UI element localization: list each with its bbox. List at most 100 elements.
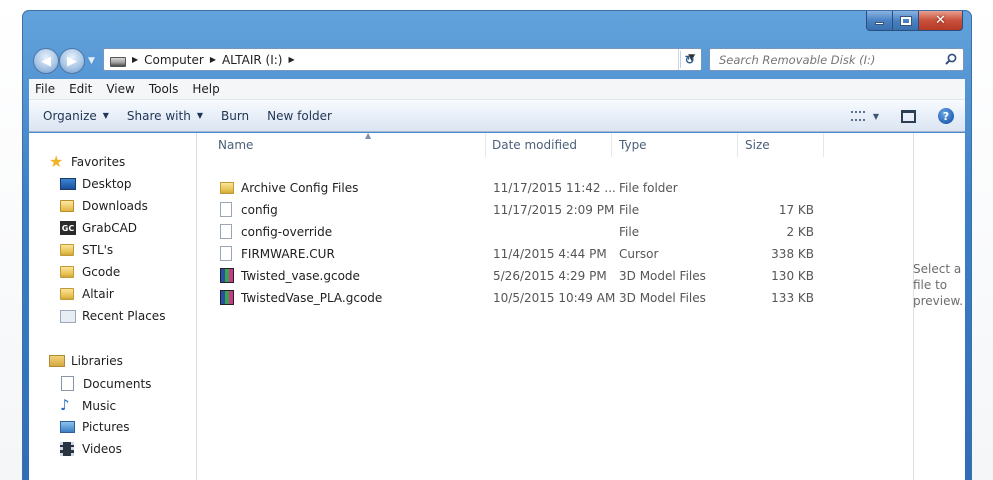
desktop-icon (60, 178, 76, 190)
libraries-group[interactable]: Libraries (49, 354, 123, 368)
organize-button[interactable]: Organize ▼ (43, 109, 109, 123)
libraries-label: Libraries (71, 354, 123, 368)
table-row[interactable]: config 11/17/2015 2:09 PM File 17 KB (198, 199, 892, 221)
breadcrumb-separator-icon[interactable]: ▶ (288, 55, 294, 64)
address-bar[interactable]: ▶ Computer ▶ ALTAIR (I:) ▶ ▼ (103, 48, 702, 71)
share-with-button[interactable]: Share with ▼ (127, 109, 203, 123)
menu-help[interactable]: Help (185, 82, 226, 96)
preview-placeholder-text: Select a file to preview. (913, 262, 964, 308)
file-name: config-override (241, 225, 333, 239)
menu-edit[interactable]: Edit (62, 82, 99, 96)
maximize-button[interactable] (893, 11, 919, 31)
file-icon (220, 202, 232, 217)
column-divider[interactable] (823, 133, 824, 157)
search-icon[interactable] (945, 53, 957, 65)
breadcrumb-computer[interactable]: Computer (144, 53, 204, 67)
help-glyph: ? (942, 109, 950, 123)
file-date-modified: 11/17/2015 2:09 PM (493, 203, 615, 217)
file-icon (220, 224, 232, 239)
sidebar-item-recent-places[interactable]: Recent Places (60, 309, 165, 323)
sidebar-item-label: Downloads (82, 199, 148, 213)
table-row[interactable]: config-override File 2 KB (198, 221, 892, 243)
search-input[interactable] (710, 49, 935, 70)
sidebar-item-videos[interactable]: Videos (60, 442, 122, 456)
close-icon: ✕ (935, 13, 946, 28)
change-view-button[interactable]: ▼ (850, 111, 879, 121)
refresh-button[interactable]: ↻ (678, 49, 700, 70)
column-divider[interactable] (611, 133, 612, 157)
sidebar-item-downloads[interactable]: Downloads (60, 199, 148, 213)
breadcrumb-separator-icon[interactable]: ▶ (210, 55, 216, 64)
sidebar-item-label: Altair (82, 287, 114, 301)
libraries-icon (49, 355, 65, 367)
table-row[interactable]: Archive Config Files 11/17/2015 11:42 ..… (198, 177, 892, 199)
sidebar-item-label: STL's (82, 243, 114, 257)
chevron-down-icon: ▼ (872, 111, 879, 121)
burn-button[interactable]: Burn (221, 109, 249, 123)
window-controls: ✕ (866, 11, 963, 31)
sidebar-item-label: Documents (83, 376, 152, 391)
column-divider[interactable] (737, 133, 738, 157)
help-icon[interactable]: ? (938, 108, 954, 124)
file-type: File (619, 203, 640, 217)
breadcrumb-separator-icon[interactable]: ▶ (132, 55, 138, 64)
forward-arrow-icon: ▶ (67, 53, 77, 69)
file-type: 3D Model Files (619, 269, 706, 283)
back-button[interactable]: ◀ (33, 48, 59, 74)
sidebar-item-grabcad[interactable]: GC GrabCAD (60, 221, 137, 235)
sidebar-item-label: Gcode (82, 265, 121, 279)
pictures-icon (60, 421, 75, 433)
new-folder-button[interactable]: New folder (267, 109, 332, 123)
sidebar-item-label: Videos (82, 442, 122, 456)
recent-pages-dropdown-icon[interactable]: ▼ (88, 56, 95, 66)
sidebar-item-label: Recent Places (82, 309, 166, 323)
file-size: 133 KB (771, 291, 814, 305)
organize-label: Organize (43, 108, 97, 123)
grabcad-icon: GC (60, 221, 76, 235)
file-date-modified: 5/26/2015 4:29 PM (493, 269, 607, 283)
minimize-button[interactable] (866, 11, 893, 31)
menu-file[interactable]: File (29, 82, 62, 96)
table-row[interactable]: Twisted_vase.gcode 5/26/2015 4:29 PM 3D … (198, 265, 892, 287)
sidebar-item-documents[interactable]: Documents (60, 376, 151, 391)
explorer-window: ✕ ◀ ▶ ▼ ▶ Computer ▶ ALTAIR (I:) ▶ ▼ ↻ S… (22, 10, 972, 480)
menu-view[interactable]: View (99, 82, 141, 96)
share-with-label: Share with (126, 108, 191, 123)
new-folder-label: New folder (267, 108, 332, 123)
column-header-date-modified[interactable]: Date modified (492, 133, 577, 157)
sidebar-item-pictures[interactable]: Pictures (60, 420, 130, 434)
menu-tools[interactable]: Tools (142, 82, 186, 96)
file-name: Archive Config Files (241, 181, 359, 195)
file-name: config (241, 203, 278, 217)
file-type: File folder (619, 181, 678, 195)
table-row[interactable]: TwistedVase_PLA.gcode 10/5/2015 10:49 AM… (198, 287, 892, 309)
minimize-icon (875, 22, 884, 25)
sidebar-item-desktop[interactable]: Desktop (60, 177, 132, 191)
file-type: File (619, 225, 640, 239)
sidebar-item-stls[interactable]: STL's (60, 243, 113, 257)
sidebar-item-altair[interactable]: Altair (60, 287, 114, 301)
favorites-label: Favorites (71, 155, 126, 169)
preview-pane-toggle-icon[interactable] (901, 109, 916, 123)
maximize-icon (899, 15, 912, 26)
file-size: 2 KB (786, 225, 814, 239)
sort-ascending-icon: ▲ (365, 131, 372, 140)
forward-button[interactable]: ▶ (59, 48, 85, 74)
table-row[interactable]: FIRMWARE.CUR 11/4/2015 4:44 PM Cursor 33… (198, 243, 892, 265)
column-header-type[interactable]: Type (619, 133, 647, 157)
removable-drive-icon (110, 56, 126, 67)
file-list: ▲ Name Date modified Type Size Archive C… (198, 131, 892, 480)
search-box[interactable] (709, 48, 964, 71)
sidebar-item-music[interactable]: ♪ Music (60, 398, 116, 413)
downloads-folder-icon (60, 200, 74, 212)
column-header-size[interactable]: Size (745, 133, 770, 157)
command-bar-right: ▼ ? (850, 100, 965, 132)
refresh-icon: ↻ (684, 52, 695, 67)
favorites-group[interactable]: ★ Favorites (49, 154, 126, 170)
close-button[interactable]: ✕ (919, 11, 963, 31)
sidebar-item-gcode[interactable]: Gcode (60, 265, 120, 279)
sidebar-item-label: GrabCAD (82, 221, 138, 235)
breadcrumb-altair-drive[interactable]: ALTAIR (I:) (222, 53, 283, 67)
column-header-name[interactable]: Name (218, 133, 253, 157)
column-divider[interactable] (485, 133, 486, 157)
